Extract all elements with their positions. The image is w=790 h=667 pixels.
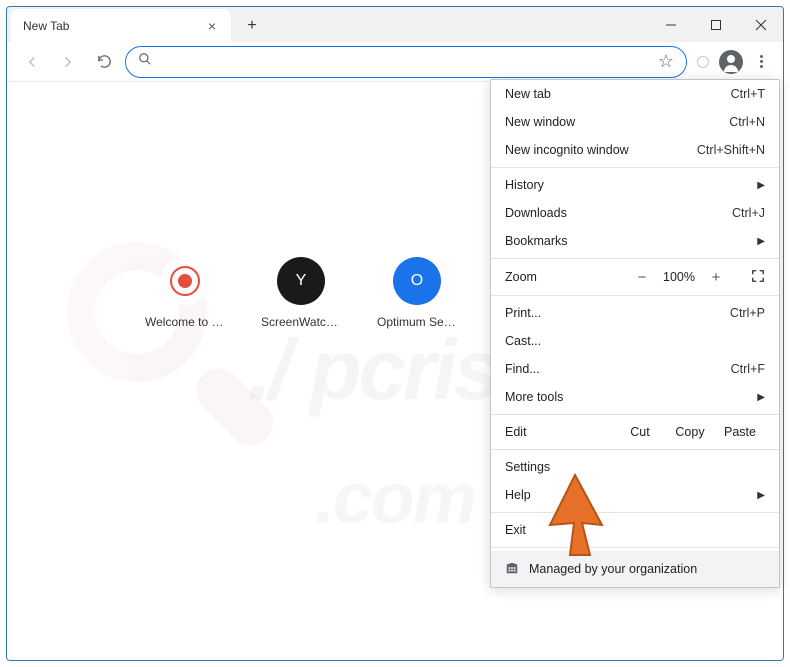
menu-separator	[491, 414, 779, 415]
organization-icon	[505, 561, 519, 578]
menu-shortcut: Ctrl+T	[731, 87, 765, 101]
watermark-text-2: .com	[315, 458, 475, 540]
menu-label: New tab	[505, 87, 731, 101]
menu-label: More tools	[505, 390, 757, 404]
maximize-button[interactable]	[693, 7, 738, 42]
shortcut-item[interactable]: O Optimum Sea...	[377, 257, 457, 329]
menu-separator	[491, 258, 779, 259]
menu-label: Exit	[505, 523, 765, 537]
shortcut-item[interactable]: Y ScreenWatch ...	[261, 257, 341, 329]
address-bar[interactable]: ☆	[125, 46, 687, 78]
zoom-out-button[interactable]: −	[635, 269, 649, 286]
minimize-button[interactable]	[648, 7, 693, 42]
menu-print[interactable]: Print... Ctrl+P	[491, 299, 779, 327]
menu-downloads[interactable]: Downloads Ctrl+J	[491, 199, 779, 227]
menu-new-tab[interactable]: New tab Ctrl+T	[491, 80, 779, 108]
menu-shortcut: Ctrl+F	[731, 362, 765, 376]
menu-shortcut: Ctrl+J	[732, 206, 765, 220]
edit-cut[interactable]: Cut	[615, 425, 665, 439]
chrome-menu: New tab Ctrl+T New window Ctrl+N New inc…	[490, 79, 780, 588]
menu-history[interactable]: History ▶	[491, 171, 779, 199]
menu-separator	[491, 295, 779, 296]
search-icon	[138, 52, 152, 71]
menu-separator	[491, 449, 779, 450]
shortcut-icon: Y	[277, 257, 325, 305]
bookmark-star-icon[interactable]: ☆	[658, 51, 674, 72]
fullscreen-icon[interactable]	[751, 269, 765, 286]
chevron-right-icon: ▶	[757, 180, 765, 191]
menu-label: Print...	[505, 306, 730, 320]
tab-title: New Tab	[23, 19, 69, 33]
shortcut-icon	[161, 257, 209, 305]
shortcut-label: ScreenWatch ...	[261, 315, 341, 329]
shortcut-item[interactable]: Welcome to N...	[145, 257, 225, 329]
shortcut-icon: O	[393, 257, 441, 305]
menu-zoom: Zoom − 100% +	[491, 262, 779, 292]
menu-help[interactable]: Help ▶	[491, 481, 779, 509]
menu-label: Managed by your organization	[529, 562, 697, 576]
shortcut-label: Optimum Sea...	[377, 315, 457, 329]
toolbar: ☆	[7, 42, 783, 82]
reload-button[interactable]	[89, 47, 119, 77]
menu-edit: Edit Cut Copy Paste	[491, 418, 779, 446]
chevron-right-icon: ▶	[757, 236, 765, 247]
titlebar: New Tab × +	[7, 7, 783, 42]
menu-label: Bookmarks	[505, 234, 757, 248]
edit-copy[interactable]: Copy	[665, 425, 715, 439]
menu-label: Downloads	[505, 206, 732, 220]
menu-managed-by-org[interactable]: Managed by your organization	[491, 551, 779, 587]
menu-label: Help	[505, 488, 757, 502]
chevron-right-icon: ▶	[757, 392, 765, 403]
menu-settings[interactable]: Settings	[491, 453, 779, 481]
shortcut-label: Welcome to N...	[145, 315, 225, 329]
menu-exit[interactable]: Exit	[491, 516, 779, 544]
chevron-right-icon: ▶	[757, 490, 765, 501]
menu-more-tools[interactable]: More tools ▶	[491, 383, 779, 411]
menu-label: History	[505, 178, 757, 192]
menu-separator	[491, 512, 779, 513]
forward-button[interactable]	[53, 47, 83, 77]
browser-tab[interactable]: New Tab ×	[11, 9, 231, 42]
menu-label: Edit	[505, 425, 615, 439]
close-window-button[interactable]	[738, 7, 783, 42]
menu-label: New window	[505, 115, 729, 129]
zoom-in-button[interactable]: +	[709, 269, 723, 286]
menu-shortcut: Ctrl+N	[729, 115, 765, 129]
menu-separator	[491, 547, 779, 548]
menu-label: New incognito window	[505, 143, 697, 157]
menu-find[interactable]: Find... Ctrl+F	[491, 355, 779, 383]
menu-shortcut: Ctrl+P	[730, 306, 765, 320]
window-controls	[648, 7, 783, 42]
menu-new-incognito[interactable]: New incognito window Ctrl+Shift+N	[491, 136, 779, 164]
profile-avatar[interactable]	[719, 50, 743, 74]
extension-indicator[interactable]	[697, 56, 709, 68]
menu-label: Find...	[505, 362, 731, 376]
back-button[interactable]	[17, 47, 47, 77]
menu-cast[interactable]: Cast...	[491, 327, 779, 355]
edit-paste[interactable]: Paste	[715, 425, 765, 439]
menu-label: Cast...	[505, 334, 765, 348]
new-tab-button[interactable]: +	[239, 13, 265, 39]
chrome-menu-button[interactable]	[749, 50, 773, 74]
menu-new-window[interactable]: New window Ctrl+N	[491, 108, 779, 136]
menu-shortcut: Ctrl+Shift+N	[697, 143, 765, 157]
menu-label: Settings	[505, 460, 765, 474]
zoom-value: 100%	[663, 270, 695, 284]
menu-separator	[491, 167, 779, 168]
menu-bookmarks[interactable]: Bookmarks ▶	[491, 227, 779, 255]
menu-label: Zoom	[505, 270, 635, 284]
close-tab-icon[interactable]: ×	[205, 19, 219, 33]
